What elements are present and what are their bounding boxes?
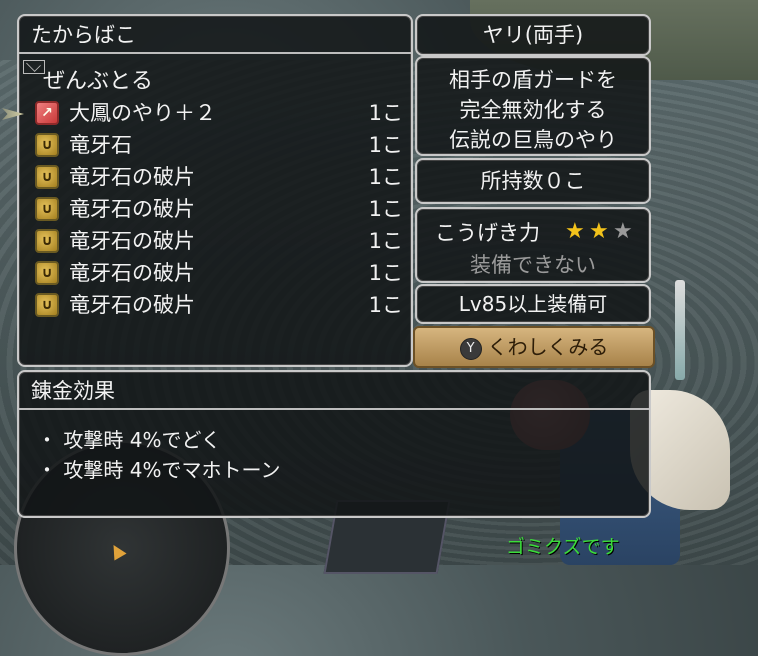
status-message: ゴミクズです (506, 536, 620, 558)
level-requirement: Lv85以上装備可 (458, 292, 608, 316)
dragon-fang-shard-icon: ∪ (35, 293, 59, 317)
item-row[interactable]: ∪ 竜牙石の破片 1こ (33, 258, 403, 289)
alchemy-effect: ・ 攻撃時 4%でマホトーン (37, 458, 281, 482)
item-name: 竜牙石の破片 (69, 293, 195, 317)
item-name: 竜牙石の破片 (69, 229, 195, 253)
star-empty-icon: ★ (613, 219, 633, 244)
y-button-icon: Y (459, 337, 482, 360)
item-type-panel: ヤリ(両手) (415, 14, 651, 56)
item-type: ヤリ(両手) (482, 23, 584, 47)
item-row[interactable]: ∪ 竜牙石 1こ (33, 130, 403, 161)
item-row[interactable]: ∪ 竜牙石の破片 1こ (33, 194, 403, 225)
item-count: 1こ (368, 197, 403, 221)
attack-panel: こうげき力 ★ ★ ★ 装備できない (415, 207, 651, 283)
dragon-fang-shard-icon: ∪ (35, 229, 59, 253)
mail-icon (23, 60, 45, 74)
level-requirement-panel: Lv85以上装備可 (415, 284, 651, 324)
view-details-label: くわしくみる (487, 335, 609, 359)
item-name: 竜牙石の破片 (69, 261, 195, 285)
attack-label: こうげき力 (435, 221, 540, 245)
alchemy-title: 錬金効果 (19, 372, 649, 410)
item-row[interactable]: ↗ 大鳳のやり＋２ 1こ (33, 98, 403, 129)
star-filled-icon: ★ (565, 219, 585, 244)
take-all-option[interactable]: ぜんぶとる (43, 63, 153, 95)
item-name: 竜牙石 (69, 133, 132, 157)
owned-count-panel: 所持数０こ (415, 158, 651, 204)
treasure-chest-panel: たからばこ ぜんぶとる ↗ 大鳳のやり＋２ 1こ ∪ 竜牙石 1こ ∪ 竜牙石の… (2, 14, 413, 367)
alchemy-effects-panel: 錬金効果 ・ 攻撃時 4%でどく ・ 攻撃時 4%でマホトーン (17, 370, 651, 518)
item-count: 1こ (368, 293, 403, 317)
item-count: 1こ (368, 133, 403, 157)
item-row[interactable]: ∪ 竜牙石の破片 1こ (33, 162, 403, 193)
item-count: 1こ (368, 165, 403, 189)
spear-object (675, 280, 685, 380)
spear-icon: ↗ (35, 101, 59, 125)
item-name: 竜牙石の破片 (69, 197, 195, 221)
item-name: 竜牙石の破片 (69, 165, 195, 189)
dragon-fang-shard-icon: ∪ (35, 197, 59, 221)
item-row[interactable]: ∪ 竜牙石の破片 1こ (33, 290, 403, 321)
description-line: 伝説の巨鳥のやり (449, 128, 617, 152)
item-count: 1こ (368, 101, 403, 125)
alchemy-effect: ・ 攻撃時 4%でどく (37, 428, 221, 452)
item-count: 1こ (368, 261, 403, 285)
dragon-fang-shard-icon: ∪ (35, 261, 59, 285)
description-line: 完全無効化する (459, 98, 607, 122)
chest-title: たからばこ (19, 16, 411, 54)
item-description-panel: 相手の盾ガードを 完全無効化する 伝説の巨鳥のやり (415, 56, 651, 156)
item-name: 大鳳のやり＋２ (69, 101, 216, 125)
view-details-button[interactable]: Y くわしくみる (413, 326, 655, 368)
dragon-fang-stone-icon: ∪ (35, 133, 59, 157)
owned-count: 所持数０こ (480, 169, 586, 193)
equip-status: 装備できない (470, 253, 596, 277)
star-filled-icon: ★ (589, 219, 609, 244)
item-count: 1こ (368, 229, 403, 253)
dragon-fang-shard-icon: ∪ (35, 165, 59, 189)
description-line: 相手の盾ガードを (449, 68, 617, 92)
item-row[interactable]: ∪ 竜牙石の破片 1こ (33, 226, 403, 257)
